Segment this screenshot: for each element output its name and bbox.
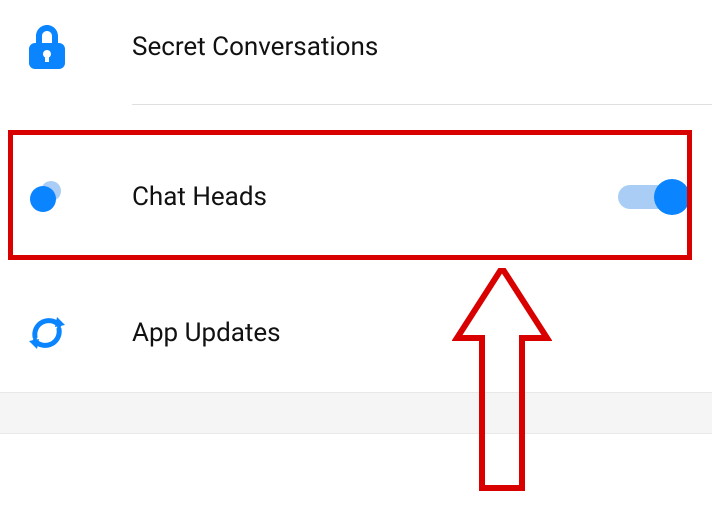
row-chat-heads[interactable]: Chat Heads xyxy=(0,150,712,244)
sync-icon xyxy=(22,313,72,353)
chat-heads-toggle[interactable] xyxy=(618,179,690,215)
lock-icon xyxy=(22,25,72,69)
chat-heads-icon xyxy=(22,177,72,217)
row-secret-conversations[interactable]: Secret Conversations xyxy=(0,0,712,94)
divider xyxy=(132,104,712,105)
row-label: App Updates xyxy=(132,318,281,348)
settings-list: Secret Conversations Chat Heads App U xyxy=(0,0,712,521)
section-gap xyxy=(0,392,712,434)
row-label: Secret Conversations xyxy=(132,32,378,62)
row-app-updates[interactable]: App Updates xyxy=(0,286,712,380)
row-label: Chat Heads xyxy=(132,182,267,212)
